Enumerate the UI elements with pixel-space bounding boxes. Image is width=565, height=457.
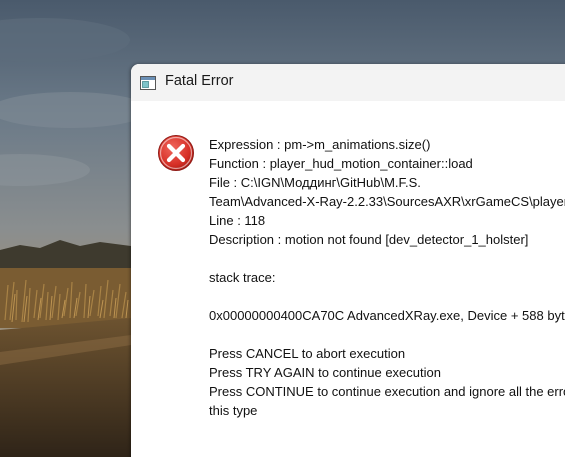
cancel-instruction: Press CANCEL to abort execution (209, 346, 406, 361)
line-number-line: Line : 118 (209, 213, 266, 228)
file-line: File : C:\IGN\Моддинг\GitHub\M.F.S. (209, 175, 421, 190)
stack-frame-line: 0x00000000400CA70C AdvancedXRay.exe, Dev… (209, 308, 565, 323)
title-bar[interactable]: Fatal Error (131, 64, 565, 101)
error-message: Expression : pm->m_animations.size() Fun… (209, 135, 565, 420)
file-path-line: Team\Advanced-X-Ray-2.2.33\SourcesAXR\xr… (209, 194, 565, 209)
function-line: Function : player_hud_motion_container::… (209, 156, 473, 171)
window-title: Fatal Error (165, 73, 234, 89)
error-x-icon (157, 134, 195, 172)
window-icon (140, 75, 156, 90)
screen: Fatal Error Expression : pm->m_animation… (0, 0, 565, 457)
expression-line: Expression : pm->m_animations.size() (209, 137, 431, 152)
stack-trace-heading: stack trace: (209, 270, 276, 285)
continue-instruction-tail: this type (209, 403, 258, 418)
try-again-instruction: Press TRY AGAIN to continue execution (209, 365, 441, 380)
fatal-error-dialog: Fatal Error Expression : pm->m_animation… (131, 64, 565, 457)
continue-instruction: Press CONTINUE to continue execution and… (209, 384, 565, 399)
description-line: Description : motion not found [dev_dete… (209, 232, 529, 247)
